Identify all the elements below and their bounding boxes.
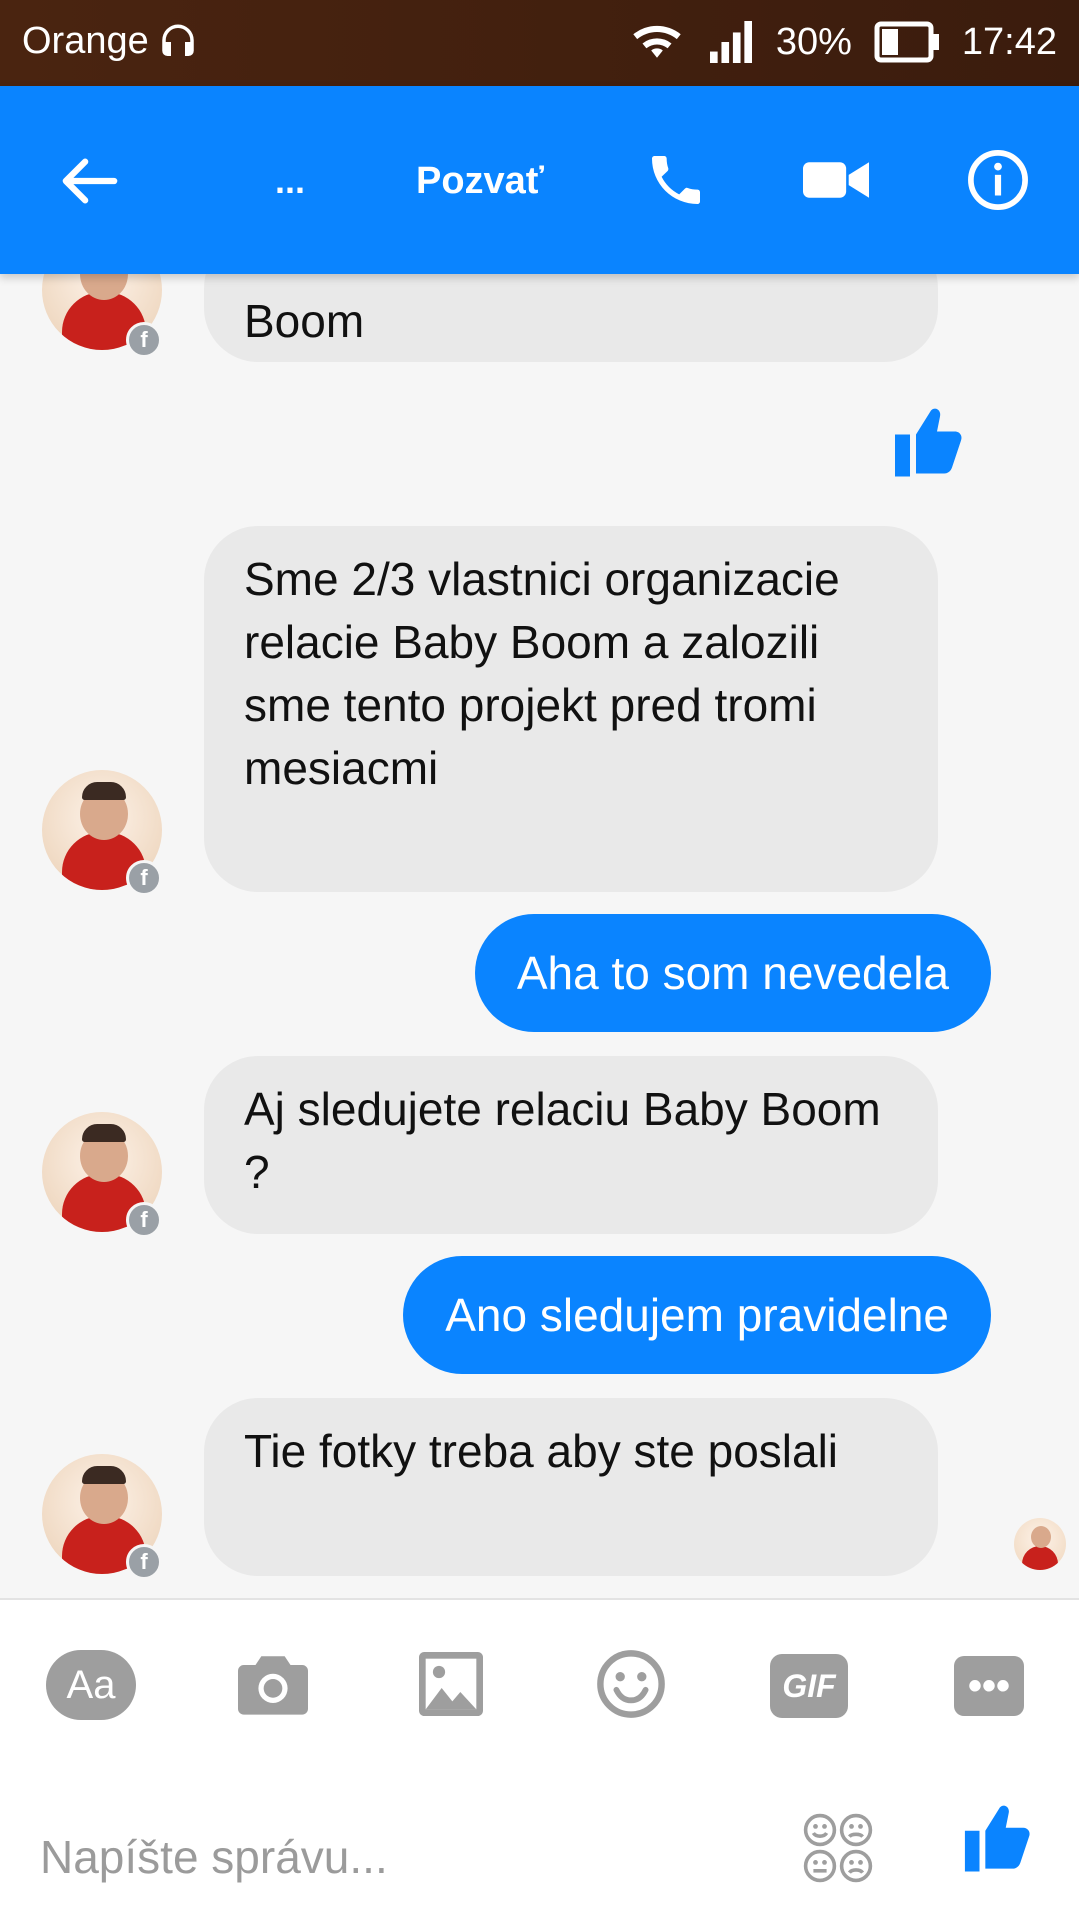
phone-icon (652, 156, 700, 204)
message-text: Ano sledujem pravidelne (445, 1289, 949, 1341)
thumbs-up-icon (895, 408, 962, 477)
facebook-badge-icon: f (126, 860, 162, 896)
back-button[interactable] (50, 146, 130, 216)
send-like-button[interactable] (962, 1800, 1032, 1881)
image-icon (419, 1652, 483, 1716)
incoming-message[interactable]: Sme 2/3 vlastnici organizacie relacie Ba… (204, 526, 938, 892)
gif-button[interactable]: GIF (770, 1654, 848, 1718)
emoji-button[interactable] (586, 1644, 676, 1724)
conversation-header: ... Pozvať (0, 86, 1079, 274)
carrier-info: Orange (22, 20, 199, 63)
incoming-message[interactable]: Tie fotky treba aby ste poslali (204, 1398, 938, 1576)
more-options-button[interactable]: ••• (954, 1656, 1024, 1716)
seen-indicator-avatar (1014, 1518, 1066, 1570)
signal-icon (708, 21, 754, 63)
info-icon (968, 150, 1028, 210)
smiley-icon (597, 1650, 665, 1718)
message-text: Aha to som nevedela (516, 947, 949, 999)
outgoing-message[interactable]: Ano sledujem pravidelne (403, 1256, 991, 1374)
arrow-left-icon (62, 158, 118, 204)
incoming-message[interactable]: Boom (204, 274, 938, 362)
video-call-button[interactable] (796, 140, 876, 220)
wifi-icon (628, 20, 686, 64)
thumbs-up-icon (964, 1805, 1030, 1872)
gallery-button[interactable] (406, 1644, 496, 1724)
headset-icon (157, 21, 199, 63)
message-text: Tie fotky treba aby ste poslali (244, 1425, 839, 1477)
sent-like-sticker[interactable] (892, 404, 964, 485)
message-input[interactable] (40, 1822, 760, 1892)
message-text: Boom (244, 295, 365, 347)
invite-button[interactable]: Pozvať (400, 146, 560, 216)
incoming-message[interactable]: Aj sledujete relaciu Baby Boom ? (204, 1056, 938, 1234)
camera-button[interactable] (228, 1644, 318, 1724)
facebook-badge-icon: f (126, 322, 162, 358)
status-right: 30% 17:42 (628, 20, 1057, 64)
video-camera-icon (803, 162, 869, 198)
clock: 17:42 (961, 20, 1057, 63)
outgoing-message[interactable]: Aha to som nevedela (474, 914, 991, 1032)
message-text: Sme 2/3 vlastnici organizacie relacie Ba… (244, 553, 840, 794)
status-bar: Orange 30% 17:42 (0, 0, 1079, 86)
composer: Aa GIF ••• (0, 1598, 1079, 1920)
carrier-name: Orange (22, 20, 149, 62)
message-list[interactable]: f Boom Sme 2/3 vlastnici organizacie rel… (0, 274, 1079, 1598)
battery-icon (874, 21, 940, 63)
facebook-badge-icon: f (126, 1202, 162, 1238)
text-format-button[interactable]: Aa (46, 1650, 136, 1720)
battery-percent: 30% (775, 20, 852, 63)
facebook-badge-icon: f (126, 1544, 162, 1580)
message-text: Aj sledujete relaciu Baby Boom ? (244, 1083, 881, 1198)
emoji-picker-icon[interactable] (802, 1812, 874, 1884)
conversation-title[interactable]: ... (230, 146, 350, 216)
info-button[interactable] (958, 140, 1038, 220)
camera-icon (238, 1656, 308, 1715)
call-button[interactable] (636, 140, 716, 220)
